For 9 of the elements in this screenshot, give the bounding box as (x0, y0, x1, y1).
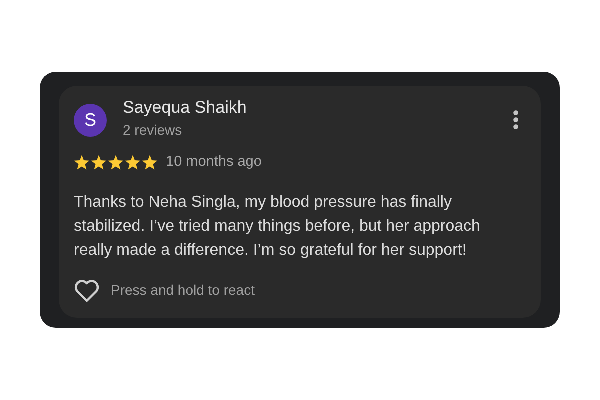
heart-icon (74, 278, 100, 303)
author-name: Sayequa Shaikh (123, 98, 248, 118)
review-text: Thanks to Neha Singla, my blood pressure has finally stabilized. I’ve tried many things before, but her approach really made a difference. I’m so grateful for her support! (74, 192, 482, 261)
react-button[interactable] (74, 278, 100, 303)
review-time: 10 months ago (166, 153, 262, 172)
review-count: 2 reviews (123, 121, 184, 139)
avatar: S (74, 104, 107, 137)
react-hint: Press and hold to react (111, 281, 255, 300)
menu-icon (513, 110, 519, 130)
